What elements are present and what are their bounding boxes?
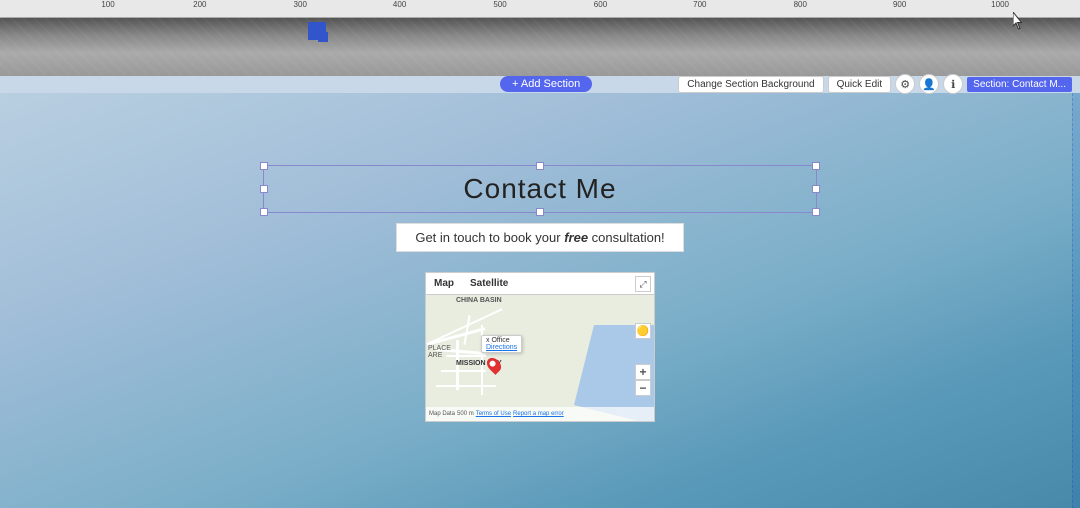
contact-title-wrapper[interactable]: Contact Me — [463, 173, 616, 205]
map-expand-button[interactable]: ⤢ — [635, 276, 651, 292]
map-road — [436, 385, 496, 387]
map-directions-link[interactable]: Directions — [486, 344, 517, 351]
header-image — [0, 18, 1080, 76]
resize-handle-bl[interactable] — [260, 208, 268, 216]
map-pin-icon — [484, 355, 504, 375]
page-title[interactable]: Contact Me — [463, 173, 616, 205]
resize-handle-br[interactable] — [812, 208, 820, 216]
map-widget[interactable]: Map Satellite ⤢ CHINA BASIN MISSION BAY … — [425, 272, 655, 422]
map-pin — [488, 357, 500, 373]
map-zoom-out-button[interactable]: − — [635, 380, 651, 396]
section-toolbar: Change Section Background Quick Edit ⚙ 👤… — [678, 73, 1080, 95]
map-road — [446, 355, 486, 357]
map-tab-map[interactable]: Map — [426, 276, 462, 291]
subtitle-emphasis: free — [564, 230, 588, 245]
person-icon-button[interactable]: 👤 — [919, 74, 939, 94]
resize-handle-ml[interactable] — [260, 185, 268, 193]
right-panel-border — [1072, 93, 1080, 508]
resize-handle-tm[interactable] — [536, 162, 544, 170]
subtitle-block[interactable]: Get in touch to book your free consultat… — [396, 223, 683, 252]
map-toolbar: Map Satellite ⤢ — [426, 273, 654, 295]
subtitle-text-before: Get in touch to book your — [415, 230, 564, 245]
contact-section: Contact Me Get in touch to book your fre… — [0, 93, 1080, 508]
map-terms-link[interactable]: Terms of Use — [476, 411, 511, 417]
section-name-label: Section: Contact M... — [967, 77, 1072, 92]
map-tab-satellite[interactable]: Satellite — [462, 276, 516, 291]
resize-handle-mr[interactable] — [812, 185, 820, 193]
resize-handle-bm[interactable] — [536, 208, 544, 216]
map-label-place: PLACEARE — [428, 345, 451, 359]
map-zoom-in-button[interactable]: + — [635, 364, 651, 380]
resize-handle-tl[interactable] — [260, 162, 268, 170]
map-scale-label: 500 m — [457, 411, 474, 417]
map-road — [441, 370, 486, 372]
change-bg-button[interactable]: Change Section Background — [678, 76, 823, 93]
map-data-label: Map Data — [429, 411, 455, 417]
info-icon-button[interactable]: ℹ — [943, 74, 963, 94]
map-street-view-button[interactable]: 🟡 — [635, 323, 651, 339]
map-content: CHINA BASIN MISSION BAY PLACEARE x Offic… — [426, 295, 654, 421]
map-report-link[interactable]: Report a map error — [513, 411, 564, 417]
mouse-cursor — [1013, 12, 1025, 30]
map-label-china-basin: CHINA BASIN — [456, 297, 502, 304]
add-section-button[interactable]: + Add Section — [500, 76, 592, 92]
map-zoom-controls: + − — [635, 364, 651, 396]
map-footer: Map Data 500 m Terms of Use Report a map… — [426, 407, 654, 421]
resize-handle-tr[interactable] — [812, 162, 820, 170]
map-popup: x Office Directions — [481, 335, 522, 353]
map-popup-text: x Office — [486, 337, 510, 344]
subtitle-text-after: consultation! — [588, 230, 665, 245]
ruler: 100 200 300 400 500 600 700 800 900 1000 — [0, 0, 1080, 18]
quick-edit-button[interactable]: Quick Edit — [828, 76, 892, 93]
map-road — [463, 315, 470, 345]
logo-icon — [308, 22, 326, 40]
wrench-icon-button[interactable]: ⚙ — [895, 74, 915, 94]
